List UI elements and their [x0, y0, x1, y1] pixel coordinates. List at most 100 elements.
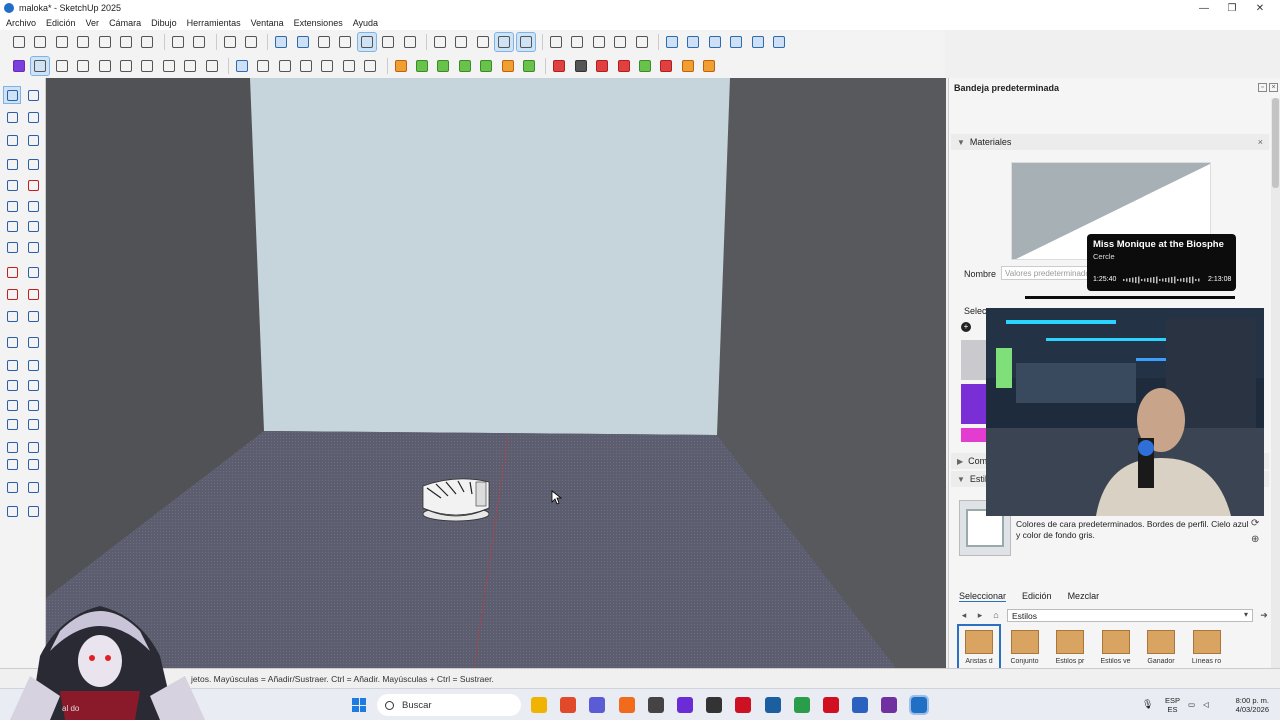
previous-view-icon[interactable] [25, 439, 41, 455]
opera-icon[interactable] [735, 697, 752, 713]
north-icon[interactable] [636, 57, 654, 75]
orbit-icon[interactable] [431, 33, 449, 51]
microphone-icon[interactable]: 🎙 [1142, 700, 1153, 709]
west-icon[interactable] [700, 57, 718, 75]
freehand-icon[interactable] [25, 156, 41, 172]
create-material-icon[interactable]: + [961, 322, 971, 332]
minimize-button[interactable]: — [1190, 0, 1218, 16]
sandbox-flip-edge-icon[interactable] [318, 57, 336, 75]
print-icon[interactable] [221, 33, 239, 51]
extension-tool-icon[interactable] [25, 503, 41, 519]
look-around-tool-icon[interactable] [4, 479, 20, 495]
menu-dibujo[interactable]: Dibujo [151, 18, 177, 28]
perspective-icon[interactable] [30, 56, 51, 76]
taskbar-search[interactable]: Buscar [377, 694, 521, 716]
orbit-tool-icon[interactable] [4, 397, 20, 413]
axis-tool-icon[interactable] [550, 57, 568, 75]
scale-icon[interactable] [4, 308, 20, 324]
volume-icon[interactable]: ◁ [1203, 700, 1209, 709]
south-icon[interactable] [657, 57, 675, 75]
solid-inspector-icon[interactable] [520, 57, 538, 75]
record-icon[interactable] [823, 697, 839, 713]
monochrome-icon[interactable] [401, 33, 419, 51]
style-thumbnail[interactable]: Aristas d [957, 624, 1001, 670]
style-thumbnail[interactable]: Líneas ro [1187, 626, 1227, 668]
copy-icon[interactable] [96, 33, 114, 51]
tag-eraser-icon[interactable] [25, 132, 41, 148]
material-swatch[interactable] [961, 428, 989, 442]
menu-ventana[interactable]: Ventana [251, 18, 284, 28]
pan-tool-icon[interactable] [25, 397, 41, 413]
open-icon[interactable] [31, 33, 49, 51]
blue-axis-icon[interactable] [615, 57, 633, 75]
solid-split-icon[interactable] [499, 57, 517, 75]
menu-ver[interactable]: Ver [86, 18, 100, 28]
wireframe-icon[interactable] [315, 33, 333, 51]
section-fill-icon[interactable] [727, 33, 745, 51]
model-info-icon[interactable] [242, 33, 260, 51]
maximize-button[interactable]: ❐ [1218, 0, 1246, 16]
section-plane-tool-icon[interactable] [25, 479, 41, 495]
tab-seleccionar[interactable]: Seleccionar [959, 591, 1007, 602]
walk-tool-icon[interactable] [25, 456, 41, 472]
taskbar-clock[interactable]: 8:00 p. m. 4/03/2026 [1227, 696, 1269, 714]
rectangle-icon[interactable] [4, 177, 20, 193]
material-swatch[interactable] [961, 340, 989, 380]
protractor-icon[interactable] [4, 357, 20, 373]
erase-icon[interactable] [138, 33, 156, 51]
paste-icon[interactable] [117, 33, 135, 51]
tape-measure-icon[interactable] [4, 334, 20, 350]
section-cut-icon[interactable] [706, 33, 724, 51]
menu-ayuda[interactable]: Ayuda [353, 18, 378, 28]
red-axis-icon[interactable] [572, 57, 590, 75]
sandbox-from-contours-icon[interactable] [340, 57, 358, 75]
section-plane-icon[interactable] [663, 33, 681, 51]
style-thumbnail[interactable]: Estilos pr [1050, 626, 1090, 668]
eraser-icon[interactable] [25, 109, 41, 125]
hidden-line-icon[interactable] [336, 33, 354, 51]
section-toggle-icon[interactable] [770, 33, 788, 51]
material-swatch[interactable] [961, 384, 989, 424]
create-style-icon[interactable]: ⊕ [1251, 534, 1259, 545]
move-icon[interactable] [4, 264, 20, 280]
premiere-icon[interactable] [677, 697, 693, 713]
green-axis-icon[interactable] [593, 57, 611, 75]
follow-me-icon[interactable] [25, 286, 41, 302]
menu-extensiones[interactable]: Extensiones [294, 18, 343, 28]
east-icon[interactable] [679, 57, 697, 75]
brave-icon[interactable] [618, 697, 635, 713]
zoom-window-icon[interactable] [25, 416, 41, 432]
keyboard-language[interactable]: ESP ES [1165, 696, 1180, 714]
solid-union-icon[interactable] [434, 57, 452, 75]
tray-pin-icon[interactable]: ▫ [1258, 83, 1267, 92]
davinci-icon[interactable] [647, 697, 664, 713]
front-view-icon[interactable] [568, 33, 586, 51]
back-edges-icon[interactable] [294, 33, 312, 51]
camera-icon[interactable] [53, 57, 71, 75]
zoom-extents-icon[interactable] [494, 32, 515, 52]
select-icon[interactable] [3, 86, 21, 104]
zoom-icon[interactable] [474, 33, 492, 51]
line-icon[interactable] [4, 156, 20, 172]
network-icon[interactable]: ▭ [1188, 700, 1195, 709]
help-icon[interactable] [203, 57, 221, 75]
zoom-extents-tool-icon[interactable] [4, 439, 20, 455]
solid-intersect-icon[interactable] [413, 57, 431, 75]
walk-icon[interactable] [96, 57, 114, 75]
sandbox-add-detail-icon[interactable] [297, 57, 315, 75]
steam-icon[interactable] [764, 697, 781, 713]
modeling-viewport[interactable] [46, 78, 946, 668]
solid-outer-shell-icon[interactable] [392, 57, 410, 75]
xray-icon[interactable] [272, 33, 290, 51]
save-icon[interactable] [53, 33, 71, 51]
new-file-icon[interactable] [10, 33, 28, 51]
tab-edicion[interactable]: Edición [1022, 591, 1052, 602]
undo-icon[interactable] [169, 33, 187, 51]
capcut-icon[interactable] [706, 697, 723, 713]
share-icon[interactable] [181, 57, 199, 75]
extension-icon[interactable] [10, 57, 28, 75]
windows-start-icon[interactable] [352, 698, 366, 712]
pie-icon[interactable] [25, 239, 41, 255]
zoom-tool-icon[interactable] [4, 416, 20, 432]
style-thumbnail[interactable]: Estilos ve [1096, 626, 1136, 668]
